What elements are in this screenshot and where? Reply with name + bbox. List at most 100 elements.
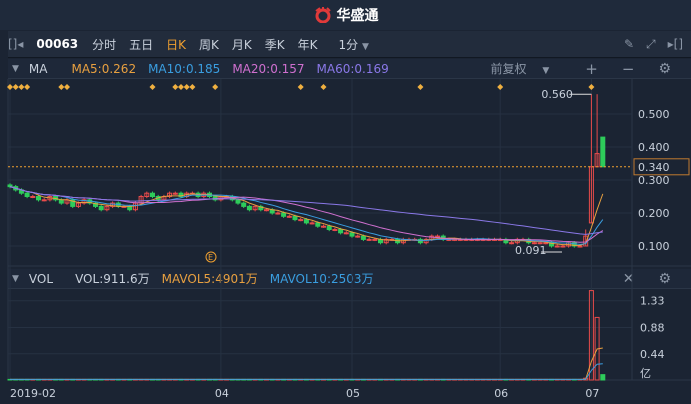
chevron-down-icon: ▼ bbox=[542, 66, 550, 76]
brand-logo-icon bbox=[314, 7, 331, 23]
candle-body bbox=[64, 199, 70, 204]
candle-body bbox=[98, 205, 104, 211]
event-marker-icon bbox=[58, 84, 65, 90]
volume-bar bbox=[252, 378, 258, 381]
candle-body bbox=[309, 222, 315, 225]
volume-bar bbox=[457, 378, 463, 381]
tab-weekly-k[interactable]: 周K bbox=[199, 36, 219, 53]
vol-tick-label: 0.44 bbox=[640, 348, 665, 361]
event-marker-icon bbox=[24, 84, 31, 90]
interval-dropdown[interactable]: 1分 ▼ bbox=[339, 36, 369, 53]
tab-intraday[interactable]: 分时 bbox=[92, 36, 116, 53]
volume-bar bbox=[486, 378, 492, 381]
volume-bar bbox=[537, 378, 543, 381]
x-tick-label: 05 bbox=[346, 387, 360, 400]
vol-tick-label: 1.33 bbox=[640, 295, 665, 308]
candle-body bbox=[588, 166, 594, 224]
tab-yearly-k[interactable]: 年K bbox=[298, 36, 318, 53]
ma20-value: MA20:0.157 bbox=[232, 61, 305, 76]
volume-bar bbox=[315, 378, 321, 381]
volume-bar bbox=[531, 378, 537, 381]
plus-icon[interactable]: + bbox=[585, 60, 598, 78]
volume-bar bbox=[543, 378, 549, 381]
volume-bar bbox=[167, 378, 173, 381]
candle-body bbox=[53, 196, 59, 201]
volume-bar bbox=[355, 378, 361, 381]
candle-body bbox=[360, 235, 366, 240]
price-tick-label: 0.400 bbox=[638, 141, 670, 154]
tab-daily-k[interactable]: 日K bbox=[166, 36, 186, 53]
adjust-value: 前复权 bbox=[490, 62, 527, 76]
close-icon[interactable]: ✕ bbox=[623, 271, 635, 287]
event-e-label: E bbox=[208, 253, 213, 262]
volume-bar bbox=[560, 378, 566, 381]
tab-monthly-k[interactable]: 月K bbox=[232, 36, 252, 53]
volume-bar bbox=[474, 378, 480, 381]
tab-quarterly-k[interactable]: 季K bbox=[265, 36, 285, 53]
x-tick-label: 07 bbox=[585, 387, 599, 400]
candle-body bbox=[195, 192, 201, 197]
volume-bar bbox=[218, 378, 224, 381]
collapse-vol-icon[interactable]: ▼ bbox=[12, 274, 19, 284]
volume-bar bbox=[389, 378, 395, 381]
volume-bar bbox=[269, 378, 275, 381]
candle-body bbox=[303, 219, 309, 224]
candle-body bbox=[201, 192, 207, 197]
volume-bar bbox=[349, 378, 355, 381]
event-marker-icon bbox=[212, 84, 219, 90]
gear-icon[interactable]: ⚙ bbox=[658, 271, 671, 287]
volume-bar bbox=[395, 378, 401, 381]
collapse-sidebar-icon[interactable]: []◂ bbox=[8, 37, 23, 51]
candle-body bbox=[520, 238, 526, 241]
ma5-value: MA5:0.262 bbox=[71, 61, 137, 76]
candle-body bbox=[378, 238, 383, 244]
candle-body bbox=[41, 199, 47, 202]
tab-five-day[interactable]: 五日 bbox=[129, 36, 153, 53]
volume-bar bbox=[520, 378, 526, 381]
candle-body bbox=[178, 192, 184, 197]
pencil-icon[interactable]: ✎ bbox=[624, 37, 634, 52]
x-tick-label: 04 bbox=[215, 387, 229, 400]
candle-body bbox=[577, 245, 583, 248]
volume-bar bbox=[224, 378, 230, 381]
adjust-dropdown[interactable]: 前复权 ▼ bbox=[491, 60, 562, 77]
volume-bar bbox=[64, 378, 70, 381]
volume-bar bbox=[383, 378, 389, 381]
candle-body bbox=[24, 192, 30, 197]
volume-bar bbox=[480, 378, 486, 381]
candle-body bbox=[417, 238, 423, 244]
volume-bar bbox=[30, 378, 36, 381]
minus-icon[interactable]: − bbox=[622, 60, 635, 78]
volume-bar bbox=[104, 378, 110, 381]
candle-body bbox=[486, 238, 492, 241]
volume-bar bbox=[469, 378, 475, 381]
candle-body bbox=[93, 202, 98, 207]
candle-body bbox=[292, 215, 298, 221]
collapse-ma-icon[interactable]: ▼ bbox=[12, 64, 19, 74]
candle-body bbox=[457, 238, 463, 241]
expand-panel-icon[interactable]: ▸[] bbox=[668, 37, 683, 52]
interval-value: 1分 bbox=[338, 37, 359, 52]
candle-body bbox=[36, 196, 41, 201]
candle-body bbox=[400, 238, 406, 244]
candle-body bbox=[104, 205, 110, 211]
vol-unit-label: 亿 bbox=[640, 367, 651, 380]
candle-body bbox=[446, 238, 452, 241]
candle-body bbox=[18, 189, 24, 194]
chevron-down-icon: ▼ bbox=[362, 41, 369, 52]
candle-body bbox=[321, 225, 326, 228]
volume-bar bbox=[549, 378, 554, 381]
candle-body bbox=[594, 153, 600, 168]
candle-body bbox=[429, 235, 435, 240]
candle-body bbox=[212, 196, 218, 201]
volume-bar bbox=[144, 378, 150, 381]
volume-bar bbox=[509, 378, 515, 381]
volume-bar bbox=[554, 378, 560, 381]
gear-icon[interactable]: ⚙ bbox=[658, 61, 671, 77]
candle-body bbox=[235, 199, 241, 204]
candle-body bbox=[172, 192, 178, 195]
fullscreen-icon[interactable]: ⤢ bbox=[646, 37, 656, 52]
volume-bar bbox=[229, 378, 235, 381]
event-marker-icon bbox=[183, 84, 190, 90]
volume-bar bbox=[366, 378, 372, 381]
